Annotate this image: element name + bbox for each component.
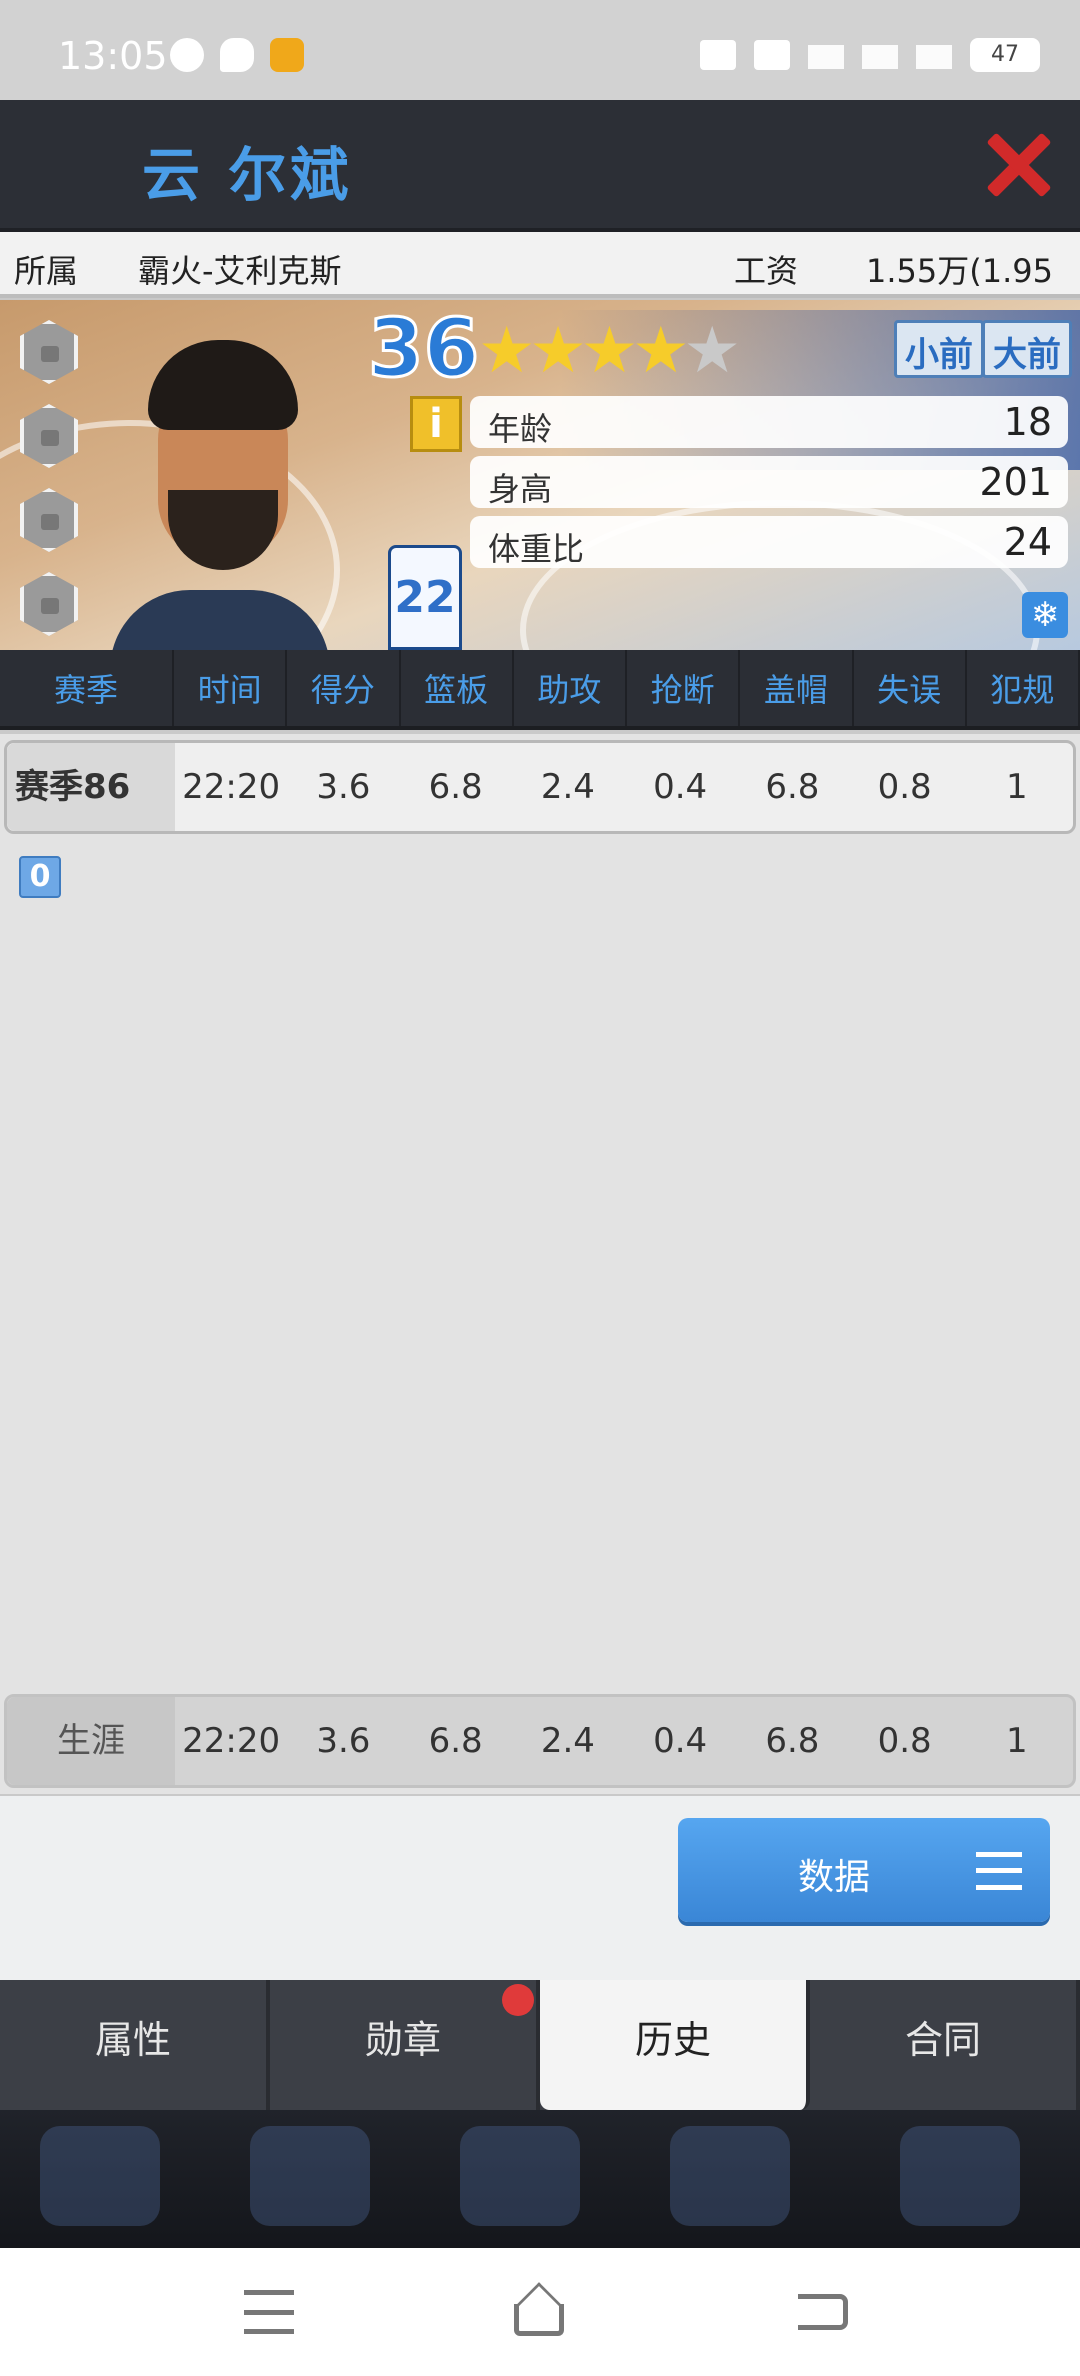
stat-cell: 3.6 [316,1721,371,1761]
back-icon[interactable] [798,2294,848,2330]
stat-cell: 22:20 [182,1721,281,1761]
career-label: 生涯 [7,1697,175,1785]
attr-height: 身高 201 [470,456,1068,508]
player-card: 22 36 ★★★★★ 小前 大前 i 年龄 18 身高 201 体重比 24 … [0,300,1080,650]
tab-badges[interactable]: 勋章 [270,1980,540,2110]
stat-cell: 1 [1006,1721,1028,1761]
team-label: 所属 [14,252,79,290]
stat-cell: 1 [1006,767,1028,807]
info-icon[interactable]: i [410,396,462,452]
menu-icon [976,1852,1022,1890]
notification-icons [170,38,304,72]
position-small-forward: 小前 [894,320,984,378]
status-indicators: 47 [700,38,1040,72]
season-badge: 0 [19,855,61,898]
blurred-nav-icon [900,2126,1020,2226]
player-header: 云 尔斌 [0,100,1080,232]
salary-label: 工资 [734,252,799,290]
star-icon: ★ [683,314,741,388]
column-header: 得分 [287,650,401,726]
notification-dot [502,1984,534,2016]
close-icon[interactable] [982,130,1052,200]
star-icon: ★ [529,314,586,388]
mute-icon [700,40,736,70]
stat-cell: 0.8 [877,1721,932,1761]
player-avatar [110,340,330,650]
chat-notification-icon [220,38,254,72]
tab-bar: 属性 勋章 历史 合同 [0,1980,1080,2110]
star-icon: ★ [632,314,689,388]
snowflake-icon[interactable]: ❄ [1022,592,1068,638]
data-button-label: 数据 [798,1857,871,1898]
attr-label: 年龄 [488,410,553,448]
recent-apps-icon[interactable] [244,2290,294,2334]
column-header: 助攻 [514,650,627,726]
star-icon: ★ [478,314,535,388]
attr-label: 身高 [488,470,553,508]
stat-cell: 6.8 [428,767,483,807]
stats-table-header: 赛季 时间 得分 篮板 助攻 抢断 盖帽 失误 犯规 [0,650,1080,730]
stat-cell: 2.4 [540,1721,595,1761]
stat-cell: 6.8 [765,767,820,807]
column-header: 盖帽 [740,650,854,726]
stat-cell: 0.4 [653,1721,708,1761]
tab-history[interactable]: 历史 [540,1980,810,2110]
attr-value: 18 [1003,400,1052,444]
hd-icon [754,40,790,70]
blurred-nav-icon [250,2126,370,2226]
system-nav-bar [0,2248,1080,2376]
attr-age: 年龄 18 [470,396,1068,448]
player-name: 云 尔斌 [142,141,353,209]
table-row[interactable]: 赛季86 0 22:20 3.6 6.8 2.4 0.4 6.8 0.8 1 [4,740,1076,898]
column-header: 抢断 [627,650,741,726]
team-value: 霸火-艾利克斯 [138,252,342,290]
season-cell: 赛季86 0 [7,743,175,898]
app-icon [270,38,304,72]
star-icon: ★ [580,314,638,388]
blurred-nav-icon [40,2126,160,2226]
status-time: 13:05 [58,34,168,78]
game-nav-bar-blurred [0,2110,1080,2248]
stat-cell: 0.8 [877,767,932,807]
star-rating: ★★★★★ [478,314,741,388]
attr-value: 201 [979,460,1052,504]
column-header: 犯规 [967,650,1080,726]
signal-4g-icon [808,41,844,69]
data-button[interactable]: 数据 [678,1818,1050,1922]
stat-cell: 22:20 [182,767,281,807]
wifi-icon [916,41,952,69]
blurred-nav-icon [460,2126,580,2226]
action-area: 数据 [0,1796,1080,1980]
column-header: 时间 [174,650,288,726]
stat-cell: 3.6 [316,767,371,807]
blurred-nav-icon [670,2126,790,2226]
signal-5g-icon [862,41,898,69]
lock-icon[interactable] [20,320,78,384]
position-power-forward: 大前 [982,320,1072,378]
stat-cell: 0.4 [653,767,708,807]
season-label: 赛季86 [15,767,131,807]
home-icon[interactable] [514,2304,564,2336]
column-header: 失误 [854,650,967,726]
overall-rating: 36 [366,301,480,397]
tab-contract[interactable]: 合同 [810,1980,1080,2110]
battery-icon: 47 [970,38,1040,72]
column-header: 篮板 [401,650,514,726]
career-row: 生涯 22:20 3.6 6.8 2.4 0.4 6.8 0.8 1 [4,1694,1076,1788]
jersey-number: 22 [388,545,462,650]
column-header: 赛季 [0,650,174,726]
attr-weight-ratio: 体重比 24 [470,516,1068,568]
stats-content [0,734,1080,1794]
attr-value: 24 [1003,520,1052,564]
affiliation-bar: 所属 霸火-艾利克斯 工资 1.55万(1.95万) [0,232,1080,336]
app-notification-icon [170,38,204,72]
stat-cell: 2.4 [540,767,595,807]
tab-attributes[interactable]: 属性 [0,1980,270,2110]
tab-label: 勋章 [364,2018,441,2062]
stat-cell: 6.8 [765,1721,820,1761]
attr-label: 体重比 [488,530,585,568]
status-bar: 13:05 47 [0,0,1080,100]
stat-cell: 6.8 [428,1721,483,1761]
